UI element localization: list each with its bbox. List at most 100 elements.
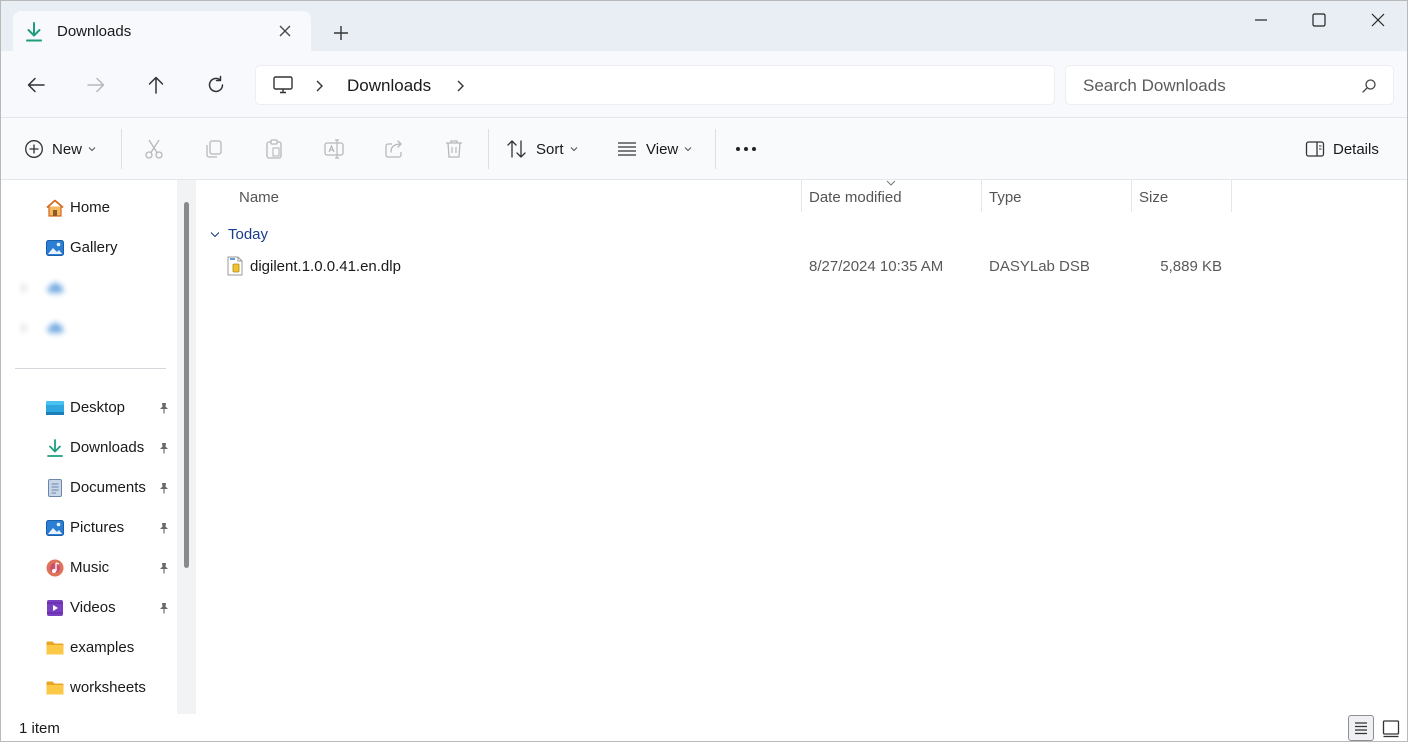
- sidebar-item-worksheets[interactable]: worksheets: [1, 671, 177, 705]
- breadcrumb[interactable]: Downloads: [255, 65, 1055, 105]
- paste-button[interactable]: [263, 118, 285, 180]
- minimize-icon[interactable]: [1251, 10, 1271, 30]
- sidebar-scrollbar-thumb[interactable]: [184, 202, 189, 568]
- sort-button[interactable]: Sort: [506, 118, 578, 180]
- share-button[interactable]: [383, 118, 405, 180]
- sidebar-item-videos[interactable]: Videos: [1, 591, 177, 625]
- sidebar-item-home[interactable]: Home: [1, 191, 177, 225]
- refresh-icon[interactable]: [205, 74, 227, 96]
- sidebar-item-label: Home: [70, 199, 111, 216]
- sidebar-divider: [15, 368, 166, 369]
- column-separator[interactable]: [1231, 180, 1232, 212]
- sidebar-item-examples[interactable]: examples: [1, 631, 177, 665]
- cut-button[interactable]: [143, 118, 165, 180]
- file-name: digilent.1.0.0.41.en.dlp: [250, 258, 401, 275]
- sidebar-item-label: Desktop: [70, 399, 126, 416]
- sidebar-item-gallery[interactable]: Gallery: [1, 231, 177, 265]
- rename-button[interactable]: [323, 118, 345, 180]
- group-header-today[interactable]: Today: [210, 223, 268, 245]
- sidebar-item-label: worksheets: [70, 679, 146, 696]
- details-view-button[interactable]: [1348, 715, 1374, 741]
- computer-icon[interactable]: [272, 75, 294, 95]
- pin-icon[interactable]: [158, 402, 170, 414]
- chevron-right-icon[interactable]: [20, 323, 27, 333]
- chevron-down-icon: [684, 147, 692, 152]
- column-header-label: Size: [1139, 189, 1169, 206]
- close-tab-icon[interactable]: [277, 23, 293, 39]
- pin-icon[interactable]: [158, 602, 170, 614]
- chevron-right-icon[interactable]: [455, 79, 465, 93]
- chevron-right-icon[interactable]: [314, 79, 324, 93]
- group-label: Today: [228, 225, 269, 243]
- music-icon: [46, 559, 64, 577]
- pin-icon[interactable]: [158, 442, 170, 454]
- desktop-folder-icon: [46, 401, 64, 415]
- share-icon: [385, 140, 402, 158]
- cut-icon: [145, 139, 163, 159]
- breadcrumb-segment-downloads[interactable]: Downloads: [347, 76, 431, 96]
- view-button[interactable]: View: [616, 118, 692, 180]
- documents-icon: [48, 479, 62, 497]
- close-icon[interactable]: [1368, 10, 1388, 30]
- details-label: Details: [1333, 140, 1379, 158]
- maximize-icon[interactable]: [1309, 10, 1329, 30]
- sidebar-item-label: Downloads: [70, 439, 145, 456]
- forward-arrow-icon[interactable]: [85, 74, 107, 96]
- new-tab-plus-icon[interactable]: [331, 23, 351, 43]
- details-pane-icon: [1305, 141, 1325, 157]
- file-size: 5,889 KB: [1160, 258, 1222, 275]
- chevron-down-icon: [88, 147, 96, 152]
- videos-icon: [47, 600, 63, 616]
- sidebar-item-desktop[interactable]: Desktop: [1, 391, 177, 425]
- delete-button[interactable]: [443, 118, 465, 180]
- view-label: View: [646, 140, 679, 158]
- tiles-view-icon[interactable]: [1379, 716, 1403, 740]
- sidebar-item-label: Pictures: [70, 519, 125, 536]
- pictures-icon: [46, 520, 64, 536]
- search-input[interactable]: Search Downloads: [1065, 65, 1394, 105]
- sidebar-item-cloud-account[interactable]: [1, 271, 177, 305]
- item-count: 1 item: [19, 720, 60, 737]
- chevron-right-icon[interactable]: [20, 283, 27, 293]
- dlp-file-icon: [227, 256, 243, 276]
- more-options-button[interactable]: [735, 118, 757, 180]
- details-view-icon: [1355, 722, 1367, 735]
- details-pane-button[interactable]: Details: [1305, 118, 1379, 180]
- sidebar-item-label: examples: [70, 639, 135, 656]
- download-icon: [26, 22, 42, 42]
- chevron-down-icon[interactable]: [210, 231, 220, 238]
- back-arrow-icon[interactable]: [25, 74, 47, 96]
- pin-icon[interactable]: [158, 482, 170, 494]
- column-header-name[interactable]: Name: [196, 180, 801, 212]
- separator: [488, 129, 489, 169]
- sidebar-item-downloads[interactable]: Downloads: [1, 431, 177, 465]
- sort-label: Sort: [536, 140, 564, 158]
- column-header-type[interactable]: Type: [982, 180, 1131, 212]
- tab-downloads[interactable]: Downloads: [13, 11, 311, 51]
- new-label: New: [52, 140, 83, 158]
- column-header-date-modified[interactable]: Date modified: [802, 180, 981, 212]
- gallery-icon: [46, 240, 64, 256]
- tab-title: Downloads: [57, 23, 132, 40]
- sidebar-item-music[interactable]: Music: [1, 551, 177, 585]
- table-row[interactable]: digilent.1.0.0.41.en.dlp 8/27/2024 10:35…: [216, 251, 1233, 281]
- pin-icon[interactable]: [158, 562, 170, 574]
- pin-icon[interactable]: [158, 522, 170, 534]
- sidebar-item-label: Videos: [70, 599, 116, 616]
- sidebar-item-label: Documents: [70, 479, 146, 496]
- cloud-icon: [47, 282, 64, 293]
- sidebar-item-documents[interactable]: Documents: [1, 471, 177, 505]
- separator: [121, 129, 122, 169]
- search-icon: [1362, 79, 1376, 93]
- column-header-size[interactable]: Size: [1132, 180, 1231, 212]
- delete-icon: [446, 140, 462, 158]
- up-arrow-icon[interactable]: [145, 74, 167, 96]
- copy-button[interactable]: [203, 118, 225, 180]
- rename-icon: [324, 139, 344, 159]
- sort-icon: [507, 140, 526, 158]
- new-button[interactable]: New: [24, 118, 96, 180]
- sidebar-item-pictures[interactable]: Pictures: [1, 511, 177, 545]
- chevron-down-icon: [570, 147, 577, 152]
- sidebar-item-onedrive[interactable]: [1, 311, 177, 345]
- file-type: DASYLab DSB: [989, 258, 1090, 275]
